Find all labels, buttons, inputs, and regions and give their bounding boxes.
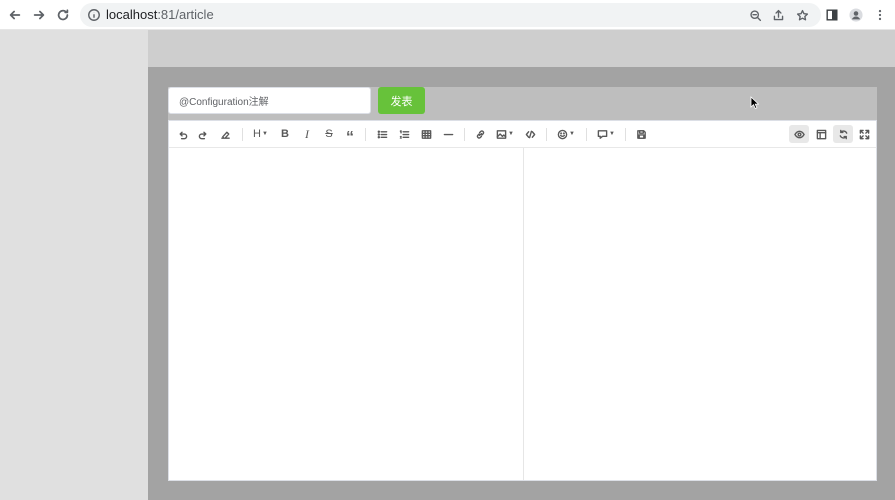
strikethrough-icon[interactable]: S <box>323 125 335 143</box>
profile-avatar-icon[interactable] <box>847 6 865 24</box>
toolbar-separator <box>586 128 587 141</box>
ordered-list-icon[interactable] <box>397 125 411 143</box>
toolbar-separator <box>625 128 626 141</box>
caret-down-icon: ▼ <box>262 131 268 137</box>
toolbar-separator <box>464 128 465 141</box>
link-icon[interactable] <box>473 125 487 143</box>
side-panel <box>0 30 148 500</box>
heading-button[interactable]: H ▼ <box>251 125 270 143</box>
forward-icon[interactable] <box>29 5 49 25</box>
toolbar-separator <box>365 128 366 141</box>
markdown-preview-area <box>524 148 876 480</box>
bold-icon[interactable]: B <box>279 125 291 143</box>
quote-icon[interactable]: “ <box>344 125 356 146</box>
caret-down-icon: ▼ <box>569 131 575 137</box>
markdown-editor: H ▼ B I S “ ▼ ▼ ▼ <box>168 120 877 481</box>
zoom-icon[interactable] <box>747 7 763 23</box>
redo-icon[interactable] <box>196 125 211 143</box>
comment-button[interactable]: ▼ <box>595 125 617 143</box>
share-icon[interactable] <box>770 7 786 23</box>
url-path: :81/article <box>157 7 214 22</box>
article-title-input[interactable] <box>168 87 371 114</box>
mouse-cursor-icon <box>750 96 759 110</box>
browser-toolbar: localhost:81/article <box>0 0 895 30</box>
caret-down-icon: ▼ <box>609 131 615 137</box>
star-icon[interactable] <box>794 7 810 23</box>
publish-button[interactable]: 发表 <box>378 87 425 114</box>
url-host: localhost <box>106 7 158 22</box>
table-icon[interactable] <box>419 125 433 143</box>
reload-icon[interactable] <box>53 5 73 25</box>
clear-format-icon[interactable] <box>218 125 233 143</box>
sync-scroll-icon[interactable] <box>833 125 853 143</box>
editor-toolbar: H ▼ B I S “ ▼ ▼ ▼ <box>169 121 876 148</box>
image-button[interactable]: ▼ <box>495 125 515 143</box>
page-body: 发表 H▼ B I S “ <box>0 30 895 500</box>
url-text: localhost:81/article <box>106 7 214 23</box>
header-strip <box>148 30 895 67</box>
undo-icon[interactable] <box>175 125 190 143</box>
comment-icon <box>597 129 608 139</box>
preview-icon[interactable] <box>789 125 809 143</box>
heading-icon: H <box>253 128 261 140</box>
unordered-list-icon[interactable] <box>375 125 389 143</box>
caret-down-icon: ▼ <box>508 131 514 137</box>
emoji-button[interactable]: ▼ <box>555 125 577 143</box>
italic-icon[interactable]: I <box>301 125 313 143</box>
image-icon <box>496 129 507 139</box>
save-icon[interactable] <box>634 125 648 143</box>
fullscreen-icon[interactable] <box>857 125 871 143</box>
code-icon[interactable] <box>523 125 537 143</box>
html-preview-icon[interactable] <box>813 125 829 143</box>
address-bar[interactable]: localhost:81/article <box>80 3 821 27</box>
markdown-input-area[interactable] <box>169 148 523 480</box>
toolbar-separator <box>242 128 243 141</box>
emoji-icon <box>557 129 568 139</box>
menu-icon[interactable] <box>871 6 889 24</box>
side-panel-icon[interactable] <box>823 6 841 24</box>
toolbar-separator <box>546 128 547 141</box>
horizontal-rule-icon[interactable] <box>441 125 455 143</box>
back-icon[interactable] <box>5 5 25 25</box>
site-info-icon[interactable] <box>87 8 101 22</box>
